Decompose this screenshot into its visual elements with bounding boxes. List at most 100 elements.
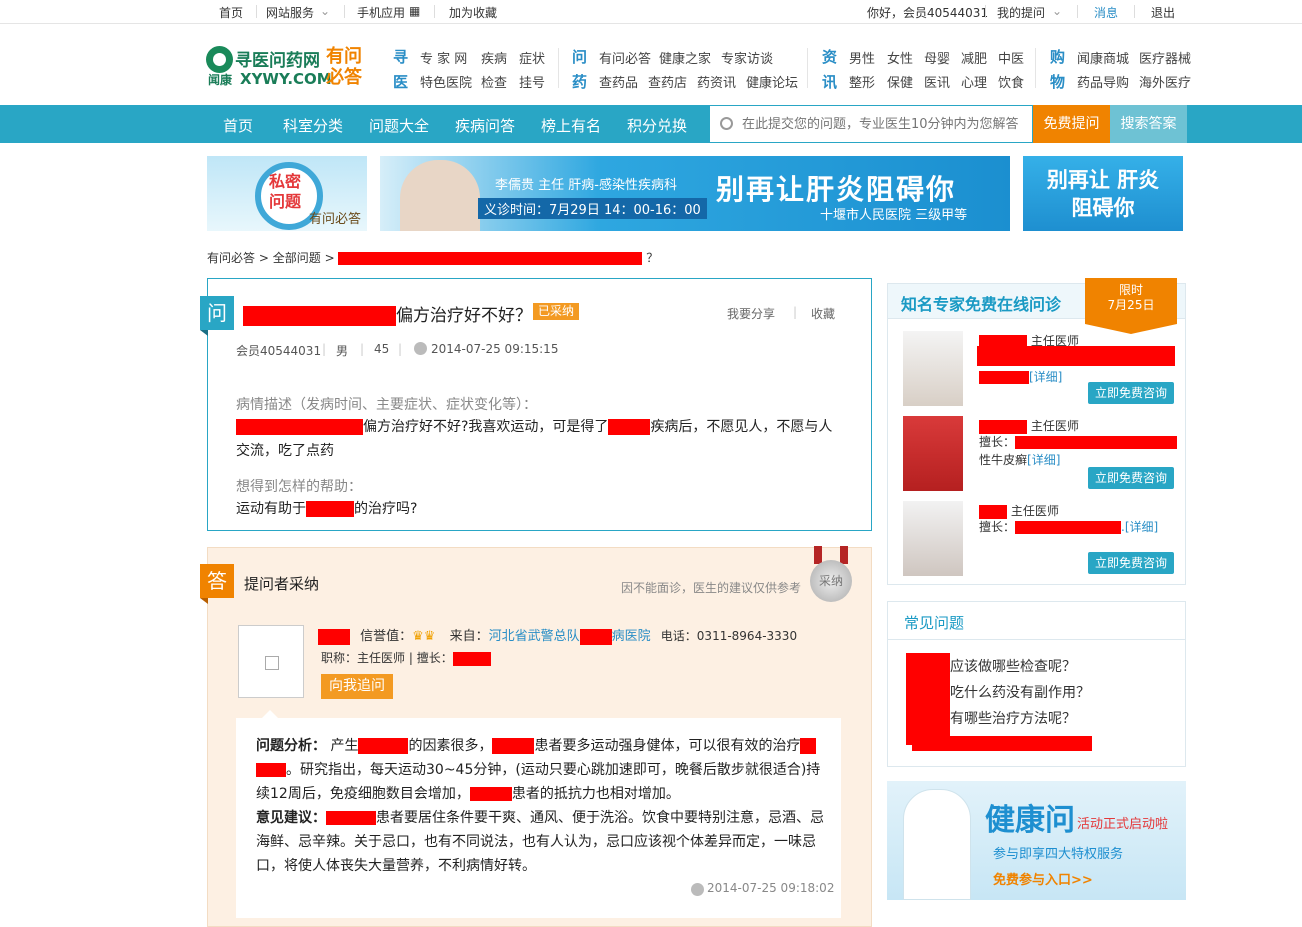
divider [807,48,808,88]
nav-link[interactable]: 减肥 [961,48,987,67]
divider [434,5,435,18]
banner-side-headline: 别再让 肝炎 阻碍你 [1046,168,1160,220]
free-consult-button[interactable]: 立即免费咨询 [1088,382,1174,404]
nav-link[interactable]: 海外医疗 [1139,72,1191,91]
nav-link[interactable]: 中医 [998,48,1024,67]
nav-link[interactable]: 挂号 [519,72,545,91]
divider [1134,5,1135,18]
nav-category: 寻 [393,48,409,66]
nav-link[interactable]: 查药品 [599,72,638,91]
doctor-detail-link[interactable]: .[详细] [1121,520,1158,534]
main-nav-departments[interactable]: 科室分类 [283,115,343,136]
user-greeting[interactable]: 你好，会员40544031 [867,4,988,21]
redaction [1015,436,1178,449]
promo-entry-link[interactable]: 免费参与入口>> [993,869,1093,888]
top-services-menu[interactable]: 网站服务 [266,4,314,21]
nav-link[interactable]: 疾病 [481,48,507,67]
promo-tag: 活动正式启动啦 [1077,817,1169,832]
doctor-avatar[interactable] [238,625,304,698]
redaction [906,653,950,745]
redaction [338,252,643,265]
faq-item[interactable]: 吃什么药没有副作用？ [950,682,1090,702]
doctor-photo[interactable] [903,331,963,406]
free-consult-button[interactable]: 立即免费咨询 [1088,552,1174,574]
nav-link[interactable]: 心理 [961,72,987,91]
doctor-detail-link[interactable]: [详细] [1029,370,1062,384]
logo-brand: 闻康 [208,73,233,87]
nav-link[interactable]: 男性 [849,48,875,67]
top-home-link[interactable]: 首页 [219,4,243,21]
nav-category: 资 [822,48,838,66]
main-nav-questions[interactable]: 问题大全 [369,115,429,136]
asker-gender: 男 [336,344,349,358]
help-label: 想得到怎样的帮助： [236,479,362,495]
doctor-rank-row: 主任医师 [979,417,1079,434]
breadcrumb-root[interactable]: 有问必答 [207,251,255,265]
nav-link[interactable]: 保健 [887,72,913,91]
nav-link[interactable]: 药品导购 [1077,72,1129,91]
faq-item[interactable]: 有哪些治疗方法呢？ [950,708,1076,728]
nav-link[interactable]: 医疗器械 [1139,48,1191,67]
health-ask-promo[interactable]: 健康问 活动正式启动啦 参与即享四大特权服务 免费参与入口>> [887,781,1186,900]
breadcrumb-all[interactable]: 全部问题 [273,251,321,265]
main-nav-disease-qa[interactable]: 疾病问答 [455,115,515,136]
nav-link[interactable]: 健康之家 [659,48,711,67]
asker-name[interactable]: 会员40544031 [236,342,321,359]
free-consult-button[interactable]: 立即免费咨询 [1088,467,1174,489]
credit-label: 信誉值： [360,629,413,644]
nav-link[interactable]: 有问必答 [599,48,651,67]
nav-link[interactable]: 母婴 [924,48,950,67]
promo-brand: 健康问 [985,803,1075,838]
doctor-detail-link[interactable]: [详细] [1027,453,1060,467]
collect-link[interactable]: 收藏 [811,305,835,322]
nav-link[interactable]: 症状 [519,48,545,67]
nav-category: 问 [572,48,588,66]
limited-time-badge: 限时 7月25日 [1085,278,1177,334]
main-nav-points[interactable]: 积分兑换 [627,115,687,136]
redaction [306,501,354,517]
divider [985,5,986,18]
top-mobile-link[interactable]: 手机应用 [357,4,405,21]
nav-link[interactable]: 查药店 [648,72,687,91]
nav-link[interactable]: 特色医院 [420,72,472,91]
hospital-link[interactable]: 河北省武警总队 [489,629,580,644]
question-description: 偏方治疗好不好?我喜欢运动，可是得了 疾病后，不愿见人，不愿与人 交流，吃了点药 [236,419,833,459]
nav-link[interactable]: 专家访谈 [721,48,773,67]
search-input[interactable] [742,114,1026,134]
free-ask-button[interactable]: 免费提问 [1033,105,1110,143]
hospital-link[interactable]: 病医院 [612,629,651,644]
top-favorite-link[interactable]: 加为收藏 [449,4,497,21]
hepatitis-clinic-banner[interactable]: 李儒贵 主任 肝病-感染性疾病科 义诊时间：7月29日 14：00-16：00 … [380,156,1010,231]
logo-domain: XYWY.COM [240,70,332,88]
nav-link[interactable]: 闻康商城 [1077,48,1129,67]
answer-content: 问题分析： 产生 的因素很多， 患者要多运动强身健体，可以很有效的治疗 。研究指出，每… [236,710,841,918]
messages-link[interactable]: 消息 [1094,4,1118,21]
doctor-specialty-label: 擅长： [416,651,453,665]
nav-link[interactable]: 饮食 [998,72,1024,91]
doctor-photo[interactable] [903,416,963,491]
share-link[interactable]: 我要分享 [727,305,775,322]
hepatitis-side-banner[interactable]: 别再让 肝炎 阻碍你 [1023,156,1183,231]
private-question-banner[interactable]: 私密 问题 有问必答 [207,156,367,231]
nav-link[interactable]: 药资讯 [697,72,736,91]
answer-tag: 答 [200,564,234,604]
main-nav-ranking[interactable]: 榜上有名 [541,115,601,136]
search-answer-button[interactable]: 搜索答案 [1110,105,1187,143]
broken-image-icon [265,656,279,670]
doctor-photo[interactable] [903,501,963,576]
faq-item[interactable]: 应该做哪些检查呢？ [950,656,1076,676]
follow-up-button[interactable]: 向我追问 [321,674,393,699]
my-questions-menu[interactable]: 我的提问 [997,4,1045,21]
site-logo[interactable]: 寻医问药网 闻康 XYWY.COM 有问必答 [206,44,366,90]
nav-link[interactable]: 女性 [887,48,913,67]
nav-link[interactable]: 健康论坛 [746,72,798,91]
nav-link[interactable]: 检查 [481,72,507,91]
from-label: 来自： [449,629,489,644]
logout-link[interactable]: 退出 [1151,4,1175,21]
nav-link[interactable]: 专 家 网 [420,48,467,67]
redaction [326,811,376,825]
nav-link[interactable]: 整形 [849,72,875,91]
nav-link[interactable]: 医讯 [924,72,950,91]
question-time: 2014-07-25 09:15:15 [431,342,559,356]
main-nav-home[interactable]: 首页 [223,115,253,136]
